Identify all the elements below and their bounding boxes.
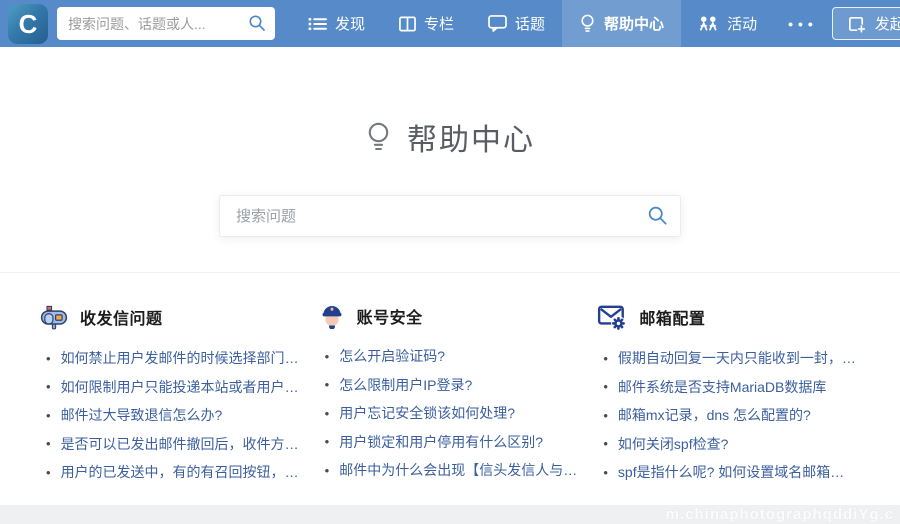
bullet-dot: • <box>325 434 330 449</box>
mailbox-icon <box>40 303 68 331</box>
list-item: • spf是指什么呢? 如何设置域名邮箱的S... <box>597 458 858 487</box>
column-header: 收发信问题 <box>40 303 301 331</box>
list-item: • 邮件系统是否支持MariaDB数据库 <box>597 373 858 402</box>
question-link[interactable]: spf是指什么呢? 如何设置域名邮箱的S... <box>618 462 858 482</box>
question-list: • 假期自动回复一天内只能收到一封，能... • 邮件系统是否支持MariaDB数据… <box>597 344 858 487</box>
list-item: • 假期自动回复一天内只能收到一封，能... <box>597 344 858 373</box>
nav-label: 发现 <box>335 13 365 34</box>
bullet-dot: • <box>325 349 330 364</box>
post-button-label: 发起 <box>875 13 900 34</box>
nav-label: 帮助中心 <box>604 13 664 34</box>
question-link[interactable]: 如何禁止用户发邮件的时候选择部门，... <box>61 348 301 368</box>
logo-letter: C <box>19 11 38 37</box>
people-icon <box>698 16 719 32</box>
bullet-dot: • <box>46 351 51 366</box>
faq-column-mail-issues: 收发信问题 • 如何禁止用户发邮件的时候选择部门，... • 如何限制用户只能投递本… <box>40 303 319 505</box>
watermark: m.chinaphotographqddiYg.c <box>666 506 894 523</box>
page-title-text: 帮助中心 <box>407 115 535 159</box>
list-item: • 邮箱mx记录，dns 怎么配置的? <box>597 401 858 430</box>
nav-item-discover[interactable]: 发现 <box>291 0 382 47</box>
bullet-dot: • <box>603 408 608 423</box>
faq-column-account-security: 账号安全 • 怎么开启验证码? • 怎么限制用户IP登录? • 用户忘记安全锁该如何处… <box>319 303 598 505</box>
search-icon[interactable] <box>248 14 266 37</box>
nav-item-more[interactable]: ••• <box>774 0 832 47</box>
bullet-dot: • <box>46 436 51 451</box>
column-header: 邮箱配置 <box>597 303 858 331</box>
list-item: • 是否可以已发出邮件撤回后，收件方不... <box>40 430 301 459</box>
bullet-dot: • <box>46 408 51 423</box>
topbar-search-input[interactable] <box>57 7 275 40</box>
list-item: • 怎么开启验证码? <box>319 342 580 371</box>
top-navigation: 发现 专栏 话题 帮助中心 活动 ••• <box>291 0 832 47</box>
create-post-button[interactable]: 发起 <box>832 7 900 40</box>
question-link[interactable]: 如何限制用户只能投递本站或者用户收... <box>61 377 301 397</box>
question-link[interactable]: 假期自动回复一天内只能收到一封，能... <box>618 348 858 368</box>
nav-item-activity[interactable]: 活动 <box>681 0 774 47</box>
question-link[interactable]: 用户忘记安全锁该如何处理? <box>339 403 515 423</box>
list-item: • 用户的已发送中，有的有召回按钮，有... <box>40 458 301 487</box>
list-item: • 用户忘记安全锁该如何处理? <box>319 399 580 428</box>
nav-label: 专栏 <box>424 13 454 34</box>
faq-section: 收发信问题 • 如何禁止用户发邮件的时候选择部门，... • 如何限制用户只能投递本… <box>0 273 900 505</box>
bullet-dot: • <box>46 379 51 394</box>
faq-column-mailbox-config: 邮箱配置 • 假期自动回复一天内只能收到一封，能... • 邮件系统是否支持Mari… <box>597 303 876 505</box>
question-link[interactable]: 邮件过大导致退信怎么办? <box>61 405 223 425</box>
list-item: • 用户锁定和用户停用有什么区别? <box>319 428 580 457</box>
column-title: 邮箱配置 <box>639 305 705 329</box>
nav-item-help-center[interactable]: 帮助中心 <box>562 0 681 47</box>
page-title: 帮助中心 <box>365 115 535 159</box>
nav-item-column[interactable]: 专栏 <box>382 0 471 47</box>
list-item: • 邮件中为什么会出现【信头发信人与真... <box>319 456 580 485</box>
lightbulb-icon <box>579 13 596 34</box>
question-link[interactable]: 用户锁定和用户停用有什么区别? <box>339 432 543 452</box>
column-title: 收发信问题 <box>80 305 163 329</box>
nav-label: 话题 <box>515 13 545 34</box>
question-link[interactable]: 如何关闭spf检查? <box>618 434 728 454</box>
bullet-dot: • <box>603 351 608 366</box>
bullet-dot: • <box>603 436 608 451</box>
question-link[interactable]: 邮箱mx记录，dns 怎么配置的? <box>618 405 811 425</box>
guard-icon <box>319 303 345 329</box>
question-link[interactable]: 邮件系统是否支持MariaDB数据库 <box>618 377 826 397</box>
question-link[interactable]: 是否可以已发出邮件撤回后，收件方不... <box>61 434 301 454</box>
list-item: • 如何关闭spf检查? <box>597 430 858 459</box>
bullet-dot: • <box>603 379 608 394</box>
nav-item-topic[interactable]: 话题 <box>471 0 562 47</box>
question-list: • 如何禁止用户发邮件的时候选择部门，... • 如何限制用户只能投递本站或者用户收… <box>40 344 301 487</box>
question-link[interactable]: 用户的已发送中，有的有召回按钮，有... <box>61 462 301 482</box>
bullet-dot: • <box>46 465 51 480</box>
list-item: • 如何限制用户只能投递本站或者用户收... <box>40 373 301 402</box>
hero-search <box>219 195 681 237</box>
app-logo[interactable]: C <box>8 4 48 44</box>
question-link[interactable]: 怎么开启验证码? <box>339 346 445 366</box>
columns-icon <box>399 16 416 32</box>
bullet-dot: • <box>325 377 330 392</box>
bullet-dot: • <box>603 465 608 480</box>
list-item: • 怎么限制用户IP登录? <box>319 371 580 400</box>
question-link[interactable]: 邮件中为什么会出现【信头发信人与真... <box>339 460 579 480</box>
help-center-hero: 帮助中心 <box>0 47 900 273</box>
question-link[interactable]: 怎么限制用户IP登录? <box>339 375 472 395</box>
bullet-dot: • <box>325 463 330 478</box>
top-navbar: C 发现 专栏 话题 帮助 <box>0 0 900 47</box>
mail-gear-icon <box>597 303 627 331</box>
list-item: • 如何禁止用户发邮件的时候选择部门，... <box>40 344 301 373</box>
magnifier-icon[interactable] <box>647 205 668 231</box>
list-icon <box>308 16 327 32</box>
bullet-dot: • <box>325 406 330 421</box>
lightbulb-icon <box>365 120 392 154</box>
column-title: 账号安全 <box>357 304 423 328</box>
question-list: • 怎么开启验证码? • 怎么限制用户IP登录? • 用户忘记安全锁该如何处理? • 用… <box>319 342 580 485</box>
nav-label: 活动 <box>727 13 757 34</box>
topbar-search <box>57 7 275 40</box>
plus-square-icon <box>847 15 866 33</box>
hero-search-input[interactable] <box>219 195 681 237</box>
list-item: • 邮件过大导致退信怎么办? <box>40 401 301 430</box>
chat-bubble-icon <box>488 15 507 32</box>
more-dots-icon: ••• <box>788 16 818 32</box>
column-header: 账号安全 <box>319 303 580 329</box>
